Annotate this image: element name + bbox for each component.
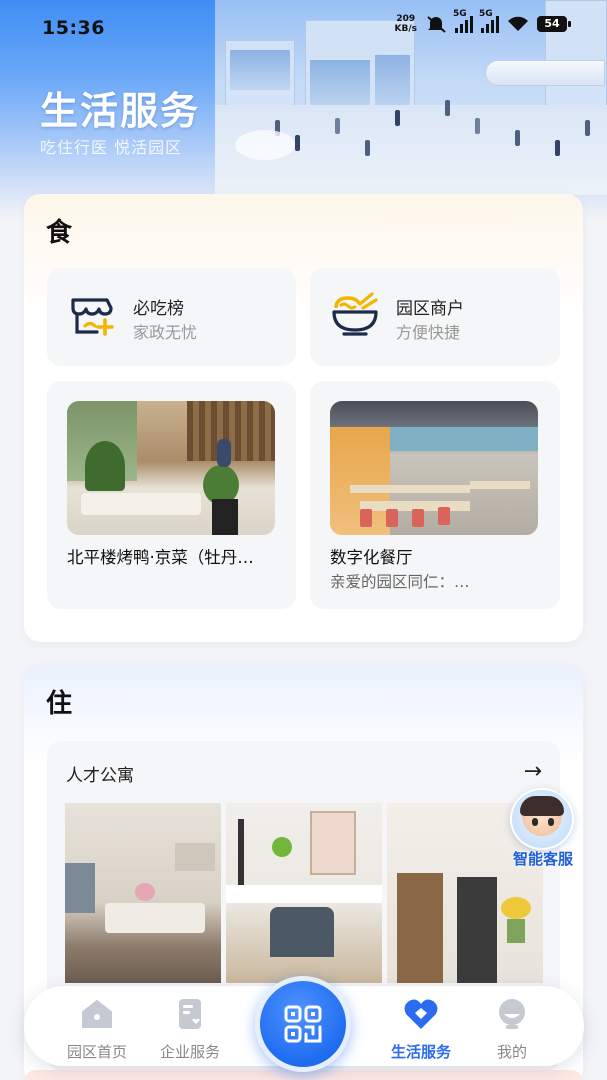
canteen-subtitle: 亲爱的园区同仁：… — [330, 573, 470, 591]
status-time: 15:36 — [42, 17, 105, 39]
nav-label-life-services: 生活服务 — [390, 1043, 451, 1061]
network-speed-unit: KB/s — [394, 24, 417, 34]
signal-bars-sim1: 5G — [453, 9, 473, 33]
canteen-photo — [330, 401, 538, 535]
profile-icon — [499, 999, 525, 1029]
park-merchants-tile[interactable]: 园区商户 方便快捷 — [310, 268, 560, 366]
network-speed-value: 209 — [396, 14, 416, 24]
assistant-eye-right — [548, 818, 554, 826]
nav-item-park-home[interactable]: 园区首页 — [52, 994, 142, 1061]
heart-diamond-icon — [404, 999, 438, 1029]
must-eat-subtitle: 家政无忧 — [133, 323, 198, 342]
restaurant-title: 北平楼烤鸭·京菜（牡丹… — [67, 548, 254, 567]
apartment-photo-living-room — [65, 803, 221, 983]
talent-apartment-title: 人才公寓 — [66, 766, 134, 786]
restaurant-card[interactable]: 北平楼烤鸭·京菜（牡丹… — [47, 381, 296, 609]
housing-section-title: 住 — [43, 683, 72, 720]
sim2-label: 5G — [479, 9, 493, 19]
nav-label-enterprise-services: 企业服务 — [159, 1043, 220, 1061]
qr-scan-button[interactable] — [255, 976, 351, 1072]
food-section-title: 食 — [43, 212, 72, 249]
assistant-eye-left — [532, 818, 538, 826]
battery-icon: 54 — [537, 16, 571, 32]
must-eat-tile[interactable]: 必吃榜 家政无忧 — [47, 268, 296, 366]
assistant-hair — [520, 796, 564, 816]
nav-label-park-home: 园区首页 — [66, 1043, 127, 1061]
canteen-title: 数字化餐厅 — [330, 548, 413, 567]
park-merchants-title: 园区商户 — [396, 299, 464, 319]
nav-item-mine[interactable]: 我的 — [467, 994, 557, 1061]
status-bar: 15:36 209 KB/s 5G 5G 54 — [0, 0, 607, 56]
home-icon — [82, 1000, 112, 1028]
park-merchants-subtitle: 方便快捷 — [396, 323, 461, 342]
apartment-photo-desk — [226, 803, 382, 983]
document-heart-icon — [179, 999, 201, 1029]
noodle-bowl-icon — [332, 292, 378, 336]
mute-icon — [427, 16, 446, 33]
nav-item-enterprise-services[interactable]: 企业服务 — [145, 994, 235, 1061]
assistant-label: 智能客服 — [512, 850, 573, 868]
nav-item-life-services[interactable]: 生活服务 — [376, 994, 466, 1061]
network-speed: 209 KB/s — [395, 14, 417, 34]
restaurant-photo — [67, 401, 275, 535]
smart-customer-service-button[interactable]: 智能客服 — [504, 788, 582, 874]
nav-label-mine: 我的 — [496, 1043, 527, 1061]
wifi-icon — [508, 16, 528, 31]
store-plus-icon — [71, 298, 114, 336]
apartment-photos — [65, 803, 545, 983]
sim1-label: 5G — [453, 9, 467, 19]
qr-code-icon — [284, 1005, 322, 1043]
digital-canteen-card[interactable]: 数字化餐厅 亲爱的园区同仁：… — [310, 381, 560, 609]
food-section: 食 必吃榜 家政无忧 园区商户 方便快捷 北平楼烤鸭·京菜（牡丹… 数字化餐厅 … — [24, 194, 583, 642]
signal-bars-sim2: 5G — [479, 9, 499, 33]
must-eat-title: 必吃榜 — [133, 299, 184, 319]
page-subtitle: 吃住行医 悦活园区 — [40, 138, 183, 157]
page-title: 生活服务 — [40, 89, 201, 133]
arrow-right-icon[interactable]: → — [524, 759, 542, 784]
